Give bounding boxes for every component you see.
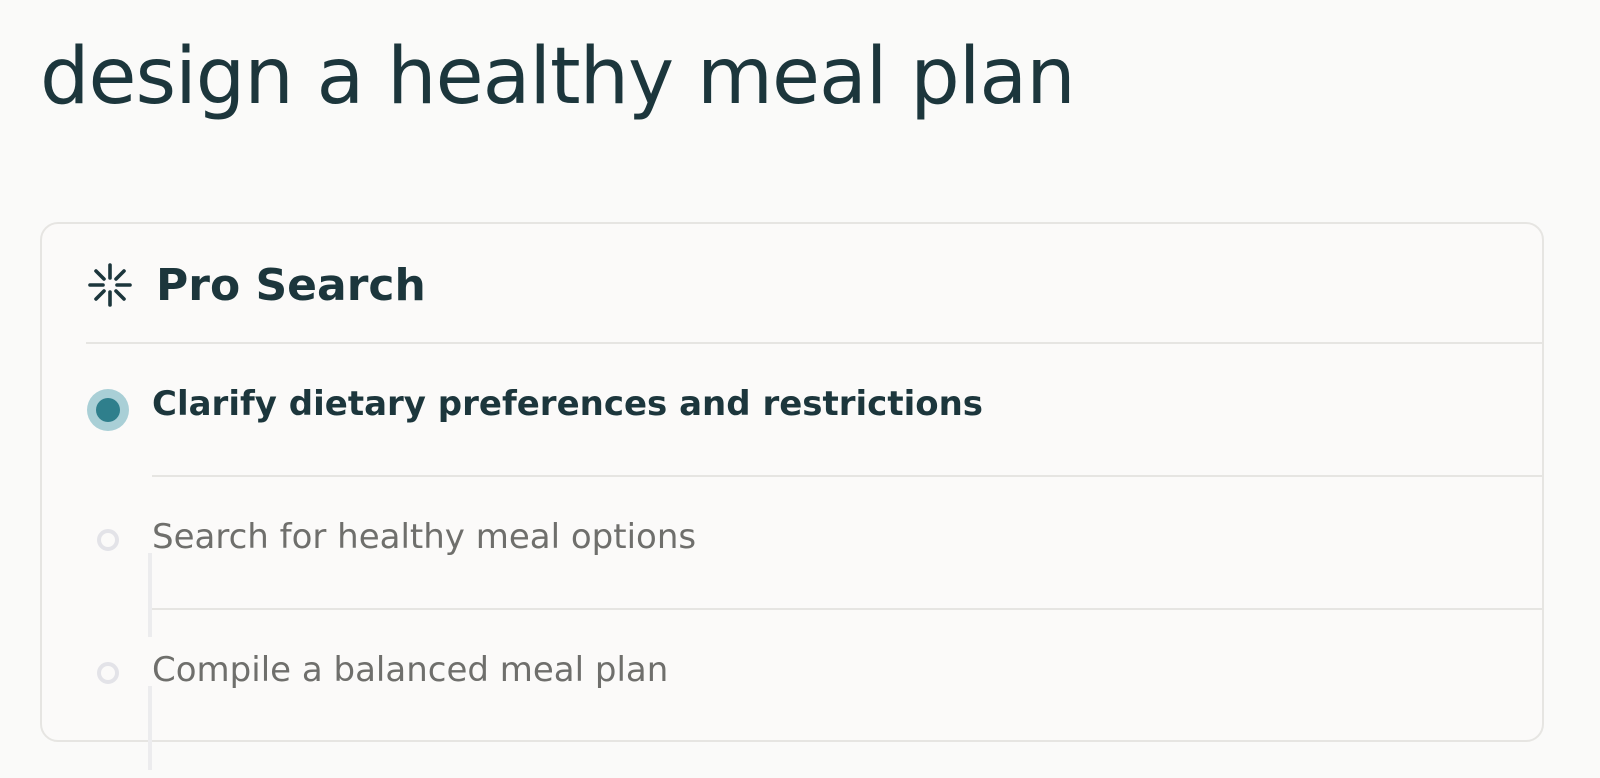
step-label: Clarify dietary preferences and restrict… [152, 384, 984, 424]
sparkle-icon [86, 261, 134, 309]
step-item: Compile a balanced meal plan [86, 610, 1542, 743]
step-pending-indicator-icon [97, 662, 119, 684]
card-header: Pro Search [86, 250, 426, 320]
card-title: Pro Search [156, 259, 426, 311]
step-active-indicator-icon [87, 389, 129, 431]
step-label: Search for healthy meal options [152, 517, 697, 557]
step-list: Clarify dietary preferences and restrict… [86, 344, 1542, 770]
pro-search-card: Pro Search Clarify dietary preferences a… [40, 222, 1544, 770]
step-item: Clarify dietary preferences and restrict… [86, 344, 1542, 477]
step-label: Compile a balanced meal plan [152, 650, 669, 690]
page-title: design a healthy meal plan [40, 32, 1076, 122]
step-item: Search for healthy meal options [86, 477, 1542, 610]
step-pending-indicator-icon [97, 529, 119, 551]
